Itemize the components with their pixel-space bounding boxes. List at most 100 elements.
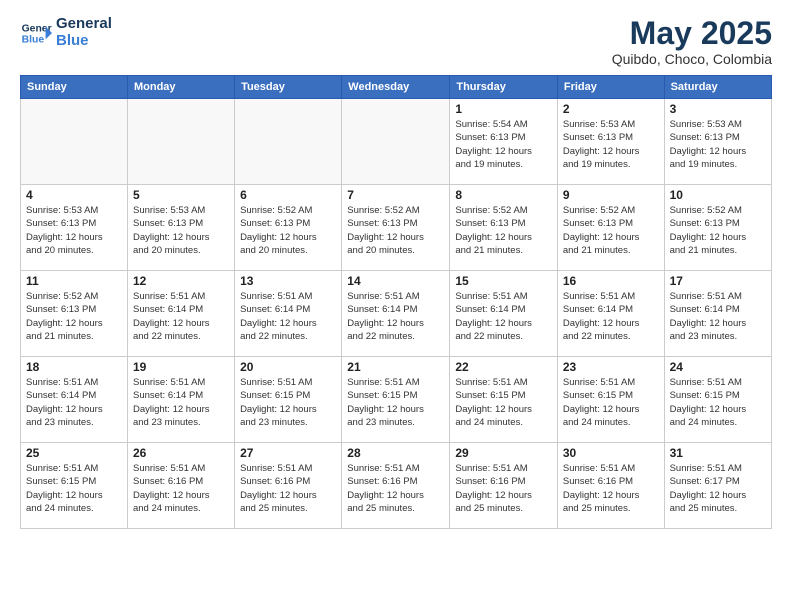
- day-number: 10: [670, 188, 766, 202]
- calendar-cell: 24Sunrise: 5:51 AM Sunset: 6:15 PM Dayli…: [664, 357, 771, 443]
- day-info: Sunrise: 5:51 AM Sunset: 6:15 PM Dayligh…: [347, 376, 444, 429]
- calendar-cell: 8Sunrise: 5:52 AM Sunset: 6:13 PM Daylig…: [450, 185, 558, 271]
- calendar-table: SundayMondayTuesdayWednesdayThursdayFrid…: [20, 75, 772, 529]
- day-number: 2: [563, 102, 659, 116]
- day-info: Sunrise: 5:51 AM Sunset: 6:14 PM Dayligh…: [133, 290, 229, 343]
- week-row-4: 18Sunrise: 5:51 AM Sunset: 6:14 PM Dayli…: [21, 357, 772, 443]
- logo-blue: Blue: [56, 33, 112, 50]
- calendar-weekday-sunday: Sunday: [21, 76, 128, 99]
- day-number: 22: [455, 360, 552, 374]
- calendar-cell: 23 Sunrise: 5:51 AM Sunset: 6:15 PM Dayli…: [557, 357, 664, 443]
- day-number: 23: [563, 360, 659, 374]
- day-number: 11: [26, 274, 122, 288]
- day-info: Sunrise: 5:51 AM Sunset: 6:14 PM Dayligh…: [133, 376, 229, 429]
- calendar-cell: 28 Sunrise: 5:51 AM Sunset: 6:16 PM Dayli…: [342, 443, 450, 529]
- day-number: 24: [670, 360, 766, 374]
- day-info: Sunrise: 5:51 AM Sunset: 6:14 PM Dayligh…: [347, 290, 444, 343]
- calendar-cell: 12 Sunrise: 5:51 AM Sunset: 6:14 PM Dayli…: [127, 271, 234, 357]
- day-number: 9: [563, 188, 659, 202]
- calendar-header-row: SundayMondayTuesdayWednesdayThursdayFrid…: [21, 76, 772, 99]
- day-info: Sunrise: 5:51 AM Sunset: 6:15 PM Dayligh…: [455, 376, 552, 429]
- day-info: Sunrise: 5:52 AM Sunset: 6:13 PM Dayligh…: [455, 204, 552, 257]
- calendar-cell: [342, 99, 450, 185]
- calendar-cell: 11 Sunrise: 5:52 AM Sunset: 6:13 PM Dayli…: [21, 271, 128, 357]
- day-info: Sunrise: 5:51 AM Sunset: 6:16 PM Dayligh…: [455, 462, 552, 515]
- calendar-cell: 14 Sunrise: 5:51 AM Sunset: 6:14 PM Dayli…: [342, 271, 450, 357]
- day-info: Sunrise: 5:53 AM Sunset: 6:13 PM Dayligh…: [26, 204, 122, 257]
- calendar-cell: 29 Sunrise: 5:51 AM Sunset: 6:16 PM Dayli…: [450, 443, 558, 529]
- day-info: Sunrise: 5:52 AM Sunset: 6:13 PM Dayligh…: [26, 290, 122, 343]
- calendar-cell: 3 Sunrise: 5:53 AM Sunset: 6:13 PM Daylig…: [664, 99, 771, 185]
- day-info: Sunrise: 5:51 AM Sunset: 6:15 PM Dayligh…: [563, 376, 659, 429]
- day-number: 17: [670, 274, 766, 288]
- day-info: Sunrise: 5:52 AM Sunset: 6:13 PM Dayligh…: [563, 204, 659, 257]
- day-number: 25: [26, 446, 122, 460]
- day-number: 5: [133, 188, 229, 202]
- day-info: Sunrise: 5:53 AM Sunset: 6:13 PM Dayligh…: [670, 118, 766, 171]
- calendar-cell: 25Sunrise: 5:51 AM Sunset: 6:15 PM Dayli…: [21, 443, 128, 529]
- logo-general: General: [56, 16, 112, 33]
- calendar-body: 1Sunrise: 5:54 AM Sunset: 6:13 PM Daylig…: [21, 99, 772, 529]
- day-number: 15: [455, 274, 552, 288]
- calendar-weekday-saturday: Saturday: [664, 76, 771, 99]
- day-number: 29: [455, 446, 552, 460]
- day-number: 16: [563, 274, 659, 288]
- day-number: 31: [670, 446, 766, 460]
- title-block: May 2025 Quibdo, Choco, Colombia: [612, 16, 772, 67]
- calendar-cell: 20 Sunrise: 5:51 AM Sunset: 6:15 PM Dayli…: [235, 357, 342, 443]
- calendar-cell: 10 Sunrise: 5:52 AM Sunset: 6:13 PM Dayli…: [664, 185, 771, 271]
- day-info: Sunrise: 5:52 AM Sunset: 6:13 PM Dayligh…: [670, 204, 766, 257]
- calendar-cell: 21 Sunrise: 5:51 AM Sunset: 6:15 PM Dayli…: [342, 357, 450, 443]
- calendar-cell: 13Sunrise: 5:51 AM Sunset: 6:14 PM Dayli…: [235, 271, 342, 357]
- calendar-weekday-tuesday: Tuesday: [235, 76, 342, 99]
- calendar-cell: 2 Sunrise: 5:53 AM Sunset: 6:13 PM Daylig…: [557, 99, 664, 185]
- day-number: 28: [347, 446, 444, 460]
- day-number: 4: [26, 188, 122, 202]
- calendar-weekday-monday: Monday: [127, 76, 234, 99]
- calendar-cell: 5Sunrise: 5:53 AM Sunset: 6:13 PM Daylig…: [127, 185, 234, 271]
- day-info: Sunrise: 5:51 AM Sunset: 6:14 PM Dayligh…: [670, 290, 766, 343]
- day-number: 6: [240, 188, 336, 202]
- day-number: 21: [347, 360, 444, 374]
- day-info: Sunrise: 5:53 AM Sunset: 6:13 PM Dayligh…: [563, 118, 659, 171]
- calendar-cell: 6 Sunrise: 5:52 AM Sunset: 6:13 PM Daylig…: [235, 185, 342, 271]
- day-number: 12: [133, 274, 229, 288]
- day-info: Sunrise: 5:52 AM Sunset: 6:13 PM Dayligh…: [240, 204, 336, 257]
- day-number: 26: [133, 446, 229, 460]
- day-number: 13: [240, 274, 336, 288]
- calendar-cell: 1Sunrise: 5:54 AM Sunset: 6:13 PM Daylig…: [450, 99, 558, 185]
- page-title: May 2025: [612, 16, 772, 51]
- day-info: Sunrise: 5:52 AM Sunset: 6:13 PM Dayligh…: [347, 204, 444, 257]
- calendar-cell: 19 Sunrise: 5:51 AM Sunset: 6:14 PM Dayli…: [127, 357, 234, 443]
- day-info: Sunrise: 5:51 AM Sunset: 6:14 PM Dayligh…: [26, 376, 122, 429]
- calendar-cell: 16 Sunrise: 5:51 AM Sunset: 6:14 PM Dayli…: [557, 271, 664, 357]
- calendar-cell: 4 Sunrise: 5:53 AM Sunset: 6:13 PM Daylig…: [21, 185, 128, 271]
- calendar-weekday-thursday: Thursday: [450, 76, 558, 99]
- day-number: 14: [347, 274, 444, 288]
- calendar-cell: 9 Sunrise: 5:52 AM Sunset: 6:13 PM Daylig…: [557, 185, 664, 271]
- calendar-weekday-wednesday: Wednesday: [342, 76, 450, 99]
- calendar-cell: 22 Sunrise: 5:51 AM Sunset: 6:15 PM Dayli…: [450, 357, 558, 443]
- page: General Blue General Blue May 2025 Quibd…: [0, 0, 792, 612]
- calendar-cell: [127, 99, 234, 185]
- logo: General Blue General Blue: [20, 16, 112, 49]
- day-number: 19: [133, 360, 229, 374]
- day-info: Sunrise: 5:51 AM Sunset: 6:17 PM Dayligh…: [670, 462, 766, 515]
- calendar-cell: 31 Sunrise: 5:51 AM Sunset: 6:17 PM Dayli…: [664, 443, 771, 529]
- day-number: 3: [670, 102, 766, 116]
- week-row-1: 1Sunrise: 5:54 AM Sunset: 6:13 PM Daylig…: [21, 99, 772, 185]
- day-info: Sunrise: 5:51 AM Sunset: 6:14 PM Dayligh…: [563, 290, 659, 343]
- calendar-cell: 26Sunrise: 5:51 AM Sunset: 6:16 PM Dayli…: [127, 443, 234, 529]
- week-row-2: 4 Sunrise: 5:53 AM Sunset: 6:13 PM Daylig…: [21, 185, 772, 271]
- day-number: 7: [347, 188, 444, 202]
- day-info: Sunrise: 5:51 AM Sunset: 6:15 PM Dayligh…: [240, 376, 336, 429]
- svg-text:Blue: Blue: [22, 34, 45, 45]
- day-number: 27: [240, 446, 336, 460]
- calendar-weekday-friday: Friday: [557, 76, 664, 99]
- calendar-cell: [235, 99, 342, 185]
- day-number: 20: [240, 360, 336, 374]
- day-info: Sunrise: 5:51 AM Sunset: 6:16 PM Dayligh…: [347, 462, 444, 515]
- day-number: 30: [563, 446, 659, 460]
- calendar-cell: 7 Sunrise: 5:52 AM Sunset: 6:13 PM Daylig…: [342, 185, 450, 271]
- header: General Blue General Blue May 2025 Quibd…: [20, 16, 772, 67]
